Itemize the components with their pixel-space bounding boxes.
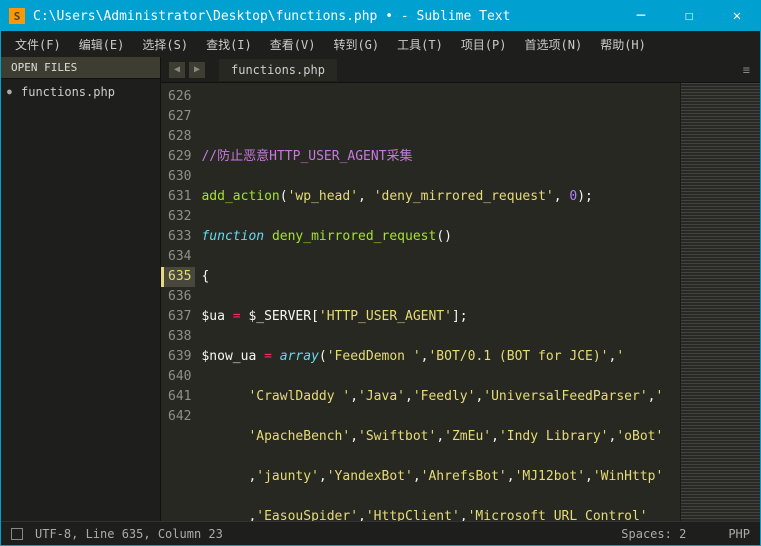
- app-icon: S: [9, 8, 25, 24]
- menu-view[interactable]: 查看(V): [264, 34, 322, 55]
- code-area[interactable]: //防止恶意HTTP_USER_AGENT采集 add_action('wp_h…: [201, 83, 680, 521]
- open-file-item[interactable]: functions.php: [1, 79, 160, 105]
- sidebar: OPEN FILES functions.php: [1, 57, 161, 521]
- tab-menu-icon[interactable]: ≡: [743, 63, 750, 77]
- close-button[interactable]: ✕: [722, 6, 752, 26]
- sidebar-header: OPEN FILES: [1, 57, 160, 79]
- statusbar: UTF-8, Line 635, Column 23 Spaces: 2 PHP: [1, 521, 760, 545]
- menu-select[interactable]: 选择(S): [136, 34, 194, 55]
- maximize-button[interactable]: ☐: [674, 6, 704, 26]
- minimap[interactable]: [680, 83, 760, 521]
- menu-edit[interactable]: 编辑(E): [73, 34, 131, 55]
- tabbar: ◀ ▶ functions.php ≡: [161, 57, 760, 83]
- menu-goto[interactable]: 转到(G): [327, 34, 385, 55]
- menu-help[interactable]: 帮助(H): [594, 34, 652, 55]
- tab-prev-icon[interactable]: ◀: [169, 62, 185, 78]
- menu-find[interactable]: 查找(I): [200, 34, 258, 55]
- menu-project[interactable]: 项目(P): [455, 34, 513, 55]
- titlebar: S C:\Users\Administrator\Desktop\functio…: [1, 1, 760, 31]
- menu-prefs[interactable]: 首选项(N): [519, 34, 589, 55]
- menu-file[interactable]: 文件(F): [9, 34, 67, 55]
- window-title: C:\Users\Administrator\Desktop\functions…: [33, 9, 626, 24]
- tab-functions[interactable]: functions.php: [219, 59, 337, 81]
- menubar: 文件(F) 编辑(E) 选择(S) 查找(I) 查看(V) 转到(G) 工具(T…: [1, 31, 760, 57]
- line-gutter: 626 627 628 629 630 631 632 633 634 635 …: [161, 83, 201, 521]
- editor[interactable]: 626 627 628 629 630 631 632 633 634 635 …: [161, 83, 760, 521]
- status-spaces[interactable]: Spaces: 2: [621, 527, 686, 541]
- minimize-button[interactable]: ─: [626, 6, 656, 26]
- status-icon[interactable]: [11, 528, 23, 540]
- tab-next-icon[interactable]: ▶: [189, 62, 205, 78]
- status-encoding[interactable]: UTF-8, Line 635, Column 23: [35, 527, 223, 541]
- menu-tools[interactable]: 工具(T): [391, 34, 449, 55]
- status-lang[interactable]: PHP: [728, 527, 750, 541]
